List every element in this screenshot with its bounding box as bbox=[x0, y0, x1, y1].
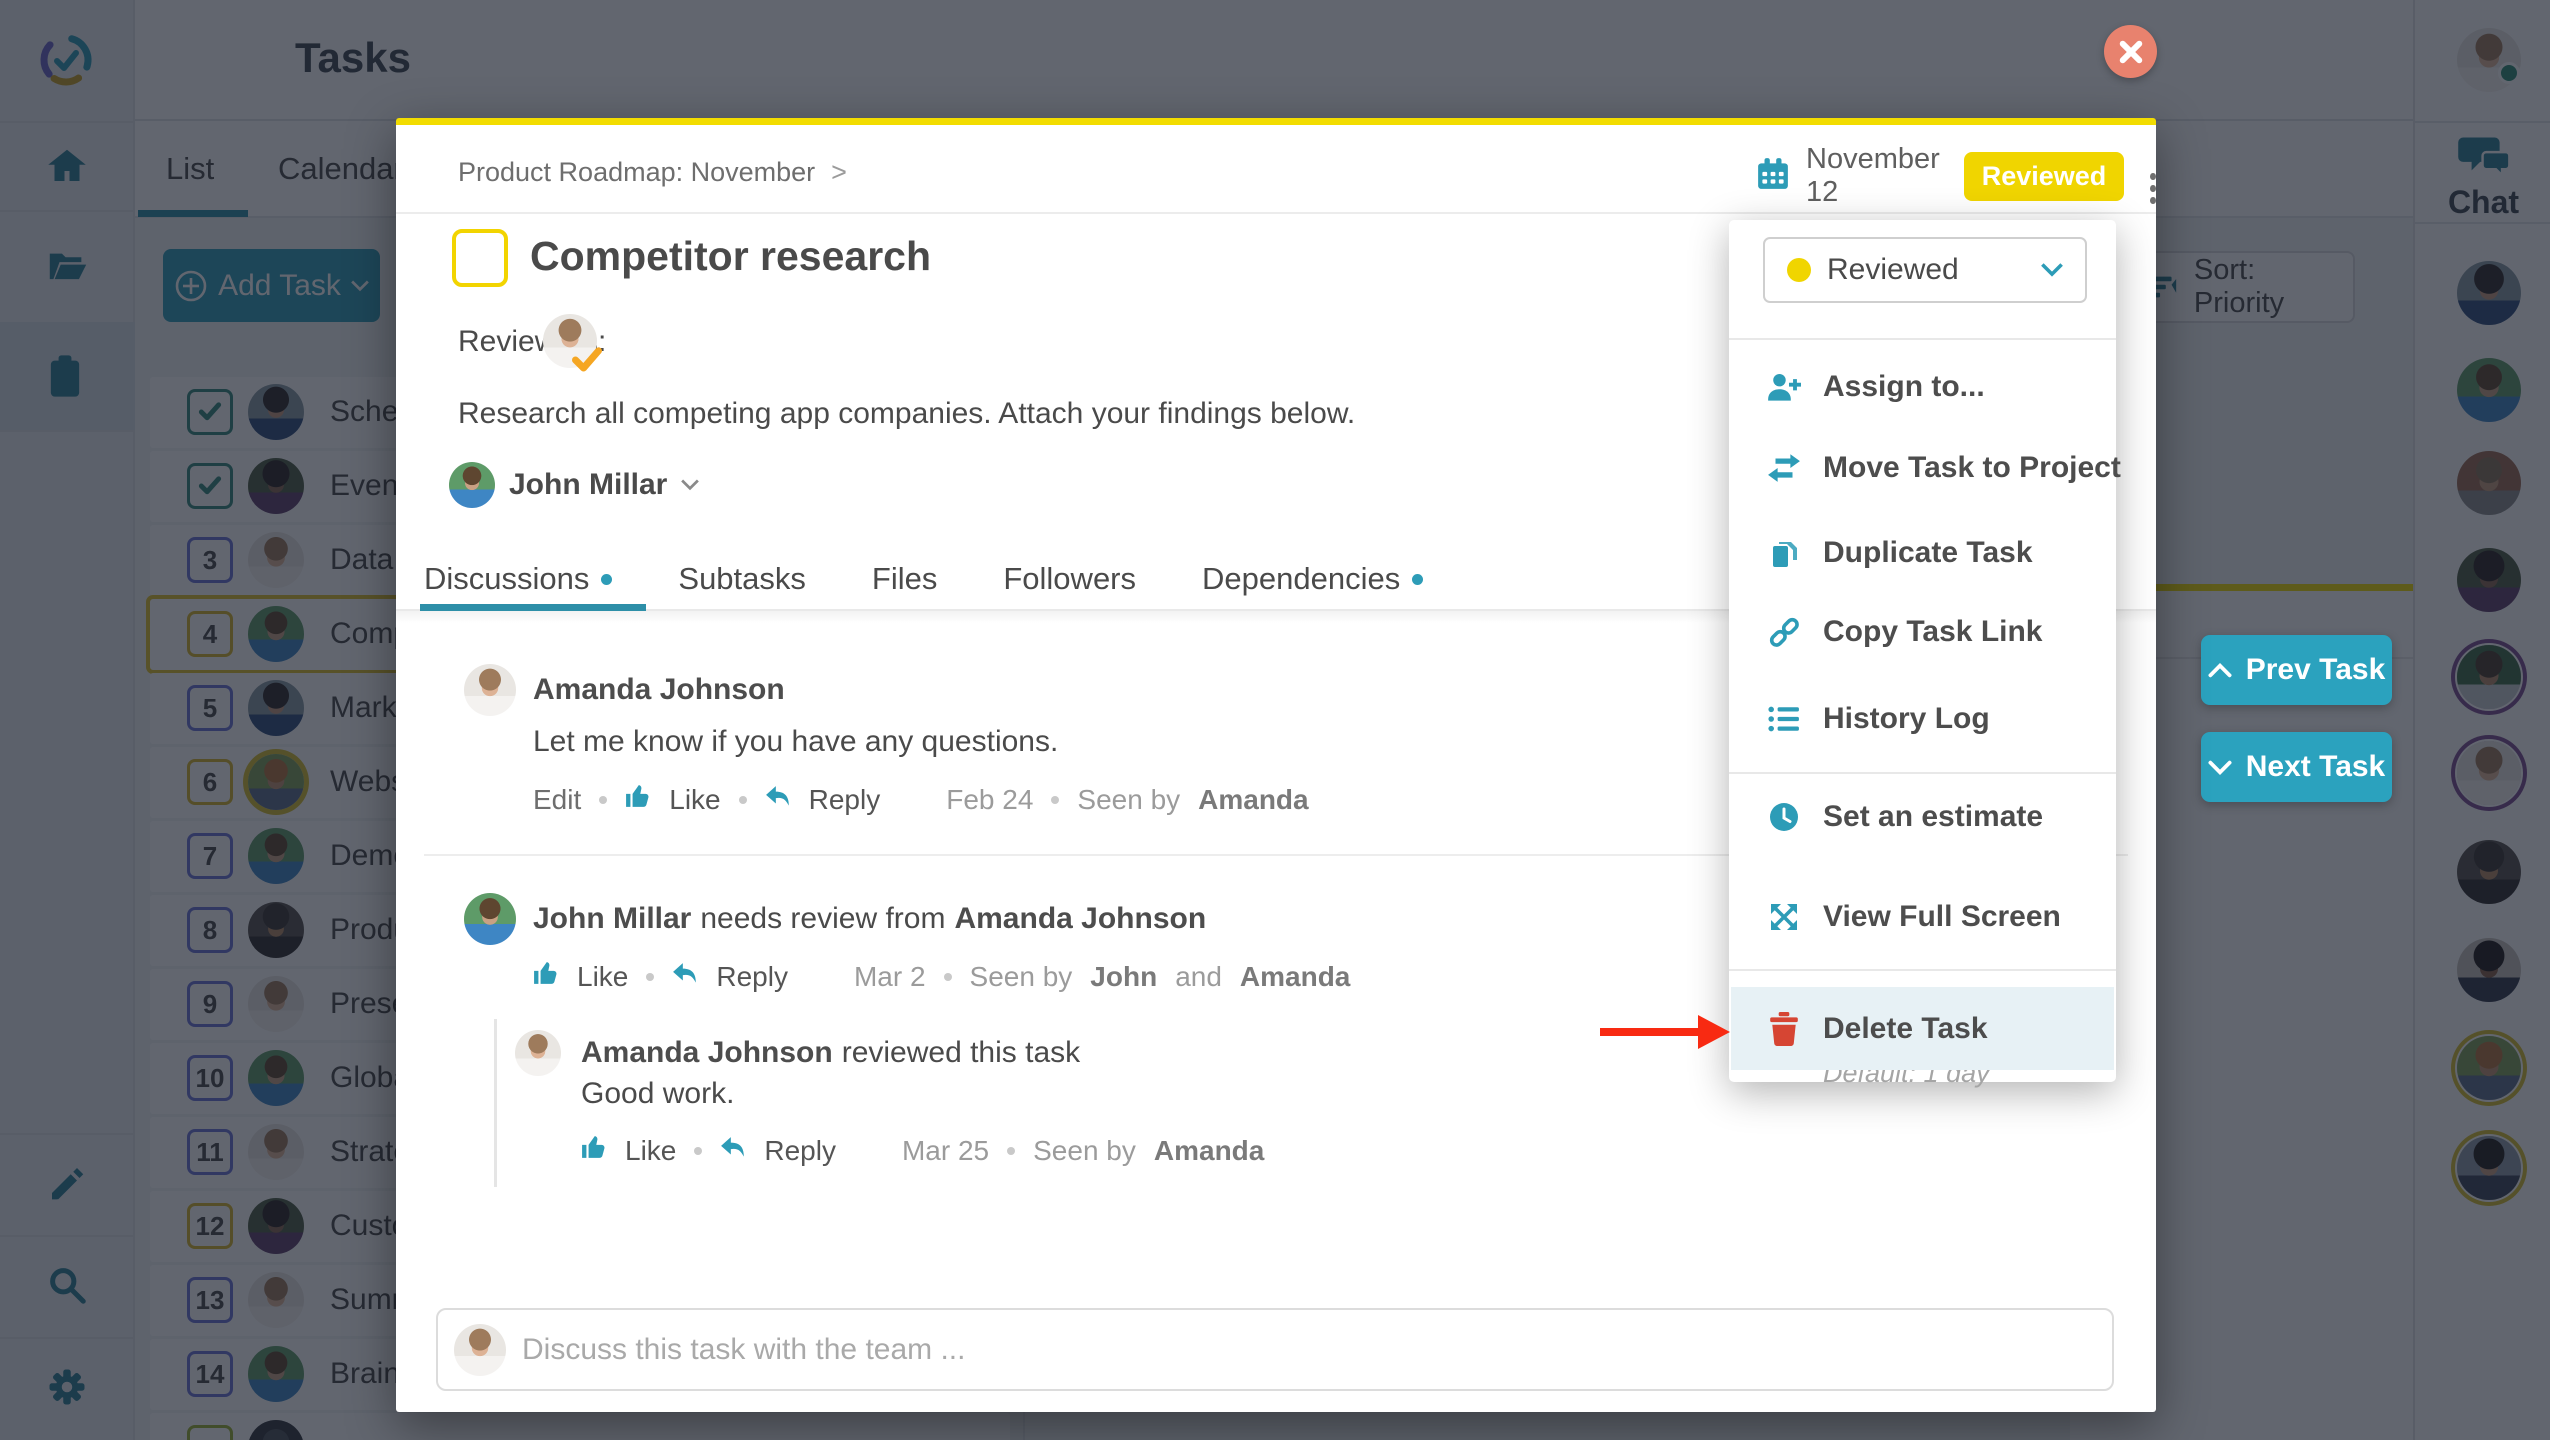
comment-date: Mar 2 bbox=[854, 961, 926, 993]
like-link[interactable]: Like bbox=[625, 1135, 676, 1167]
comment-date: Feb 24 bbox=[946, 784, 1033, 816]
like-link[interactable]: Like bbox=[577, 961, 628, 993]
trash-icon bbox=[1767, 1012, 1801, 1046]
close-button[interactable] bbox=[2104, 25, 2157, 78]
app-screen: Tasks List Calendar Add Task Sched Event… bbox=[0, 0, 2550, 1440]
seen-by: Seen by bbox=[1077, 784, 1180, 816]
status-badge[interactable]: Reviewed bbox=[1964, 152, 2125, 201]
seen-by: Seen by bbox=[970, 961, 1073, 993]
link-icon bbox=[1767, 615, 1801, 649]
comment-author[interactable]: Amanda Johnson bbox=[533, 673, 785, 707]
comment-avatar bbox=[464, 664, 516, 716]
tab-files[interactable]: Files bbox=[872, 561, 937, 597]
menu-item-duplicate[interactable]: Duplicate Task bbox=[1729, 517, 2116, 589]
menu-item-delete[interactable]: Delete Task bbox=[1729, 993, 2116, 1065]
history-log-icon bbox=[1767, 705, 1801, 733]
edit-link[interactable]: Edit bbox=[533, 784, 581, 816]
status-dot bbox=[1787, 258, 1811, 282]
breadcrumb[interactable]: Product Roadmap: November > bbox=[458, 157, 847, 188]
like-link[interactable]: Like bbox=[669, 784, 720, 816]
reply-icon bbox=[672, 961, 698, 993]
task-description: Research all competing app companies. At… bbox=[458, 397, 1355, 431]
comment-title: Amanda Johnson reviewed this task bbox=[581, 1036, 1080, 1070]
seen-by-name: Amanda bbox=[1240, 961, 1350, 993]
next-task-button[interactable]: Next Task bbox=[2201, 732, 2392, 802]
like-icon bbox=[533, 960, 559, 993]
move-icon bbox=[1767, 453, 1801, 483]
like-icon bbox=[581, 1134, 607, 1167]
comment-actions: Like Reply Mar 25 Seen by Amanda bbox=[581, 1134, 1264, 1167]
reply-link[interactable]: Reply bbox=[716, 961, 788, 993]
assign-icon bbox=[1767, 372, 1801, 402]
breadcrumb-separator: > bbox=[831, 157, 847, 188]
close-icon bbox=[2118, 39, 2144, 65]
assignee[interactable]: John Millar bbox=[449, 462, 699, 508]
reply-link[interactable]: Reply bbox=[764, 1135, 836, 1167]
tab-dependencies[interactable]: Dependencies bbox=[1202, 561, 1423, 597]
active-tab-underline bbox=[420, 604, 646, 611]
comment-title: John Millar needs review from Amanda Joh… bbox=[533, 902, 1206, 936]
reply-link[interactable]: Reply bbox=[809, 784, 881, 816]
task-complete-checkbox[interactable] bbox=[452, 229, 508, 287]
reviewer-approved-check-icon bbox=[572, 347, 602, 378]
menu-item-fullscreen[interactable]: View Full Screen bbox=[1729, 881, 2116, 953]
due-date[interactable]: November 12 bbox=[1806, 143, 1948, 209]
tab-subtasks[interactable]: Subtasks bbox=[678, 561, 806, 597]
breadcrumb-project[interactable]: Product Roadmap: November bbox=[458, 157, 815, 188]
chevron-down-icon bbox=[681, 479, 699, 491]
comment-author[interactable]: Amanda Johnson bbox=[581, 1036, 833, 1070]
comment-target[interactable]: Amanda Johnson bbox=[954, 902, 1206, 936]
comment-date: Mar 25 bbox=[902, 1135, 989, 1167]
comment-author[interactable]: John Millar bbox=[533, 902, 691, 936]
thread-line bbox=[494, 1019, 497, 1187]
reply-icon bbox=[765, 784, 791, 816]
chevron-down-icon bbox=[2041, 263, 2063, 277]
composer-avatar bbox=[454, 1324, 506, 1376]
menu-item-assign[interactable]: Assign to... bbox=[1729, 351, 2116, 423]
comment-actions: Edit Like Reply Feb 24 Seen by Amanda bbox=[533, 783, 1309, 816]
menu-item-move[interactable]: Move Task to Project bbox=[1729, 432, 2116, 504]
unread-dot bbox=[1412, 574, 1423, 585]
menu-item-copy-link[interactable]: Copy Task Link bbox=[1729, 596, 2116, 668]
annotation-arrow bbox=[1600, 1013, 1730, 1051]
seen-by: Seen by bbox=[1033, 1135, 1136, 1167]
chevron-up-icon bbox=[2208, 663, 2232, 678]
calendar-icon[interactable] bbox=[1756, 157, 1790, 196]
like-icon bbox=[625, 783, 651, 816]
reply-icon bbox=[720, 1135, 746, 1167]
status-select[interactable]: Reviewed bbox=[1763, 237, 2087, 303]
chevron-down-icon bbox=[2208, 760, 2232, 775]
comment-body: Let me know if you have any questions. bbox=[533, 725, 1058, 759]
seen-by-name: Amanda bbox=[1154, 1135, 1264, 1167]
menu-item-history[interactable]: History Log bbox=[1729, 683, 2116, 755]
duplicate-icon bbox=[1767, 537, 1801, 569]
comment-body: Good work. bbox=[581, 1077, 734, 1111]
tab-discussions[interactable]: Discussions bbox=[424, 561, 612, 597]
comment-avatar bbox=[515, 1030, 561, 1076]
prev-task-button[interactable]: Prev Task bbox=[2201, 635, 2392, 705]
tab-followers[interactable]: Followers bbox=[1003, 561, 1136, 597]
fullscreen-icon bbox=[1767, 901, 1801, 933]
clock-icon bbox=[1767, 801, 1801, 833]
unread-dot bbox=[601, 574, 612, 585]
comment-actions: Like Reply Mar 2 Seen by John and Amanda bbox=[533, 960, 1350, 993]
menu-item-estimate[interactable]: Set an estimate bbox=[1729, 781, 2116, 853]
task-title: Competitor research bbox=[530, 233, 931, 280]
comment-composer[interactable] bbox=[436, 1308, 2114, 1391]
assignee-name: John Millar bbox=[509, 468, 667, 502]
more-menu-icon[interactable] bbox=[2150, 173, 2156, 180]
seen-by-name: John bbox=[1090, 961, 1157, 993]
task-options-menu: Reviewed Assign to... Move Task to Proje… bbox=[1729, 220, 2116, 1082]
assignee-avatar bbox=[449, 462, 495, 508]
seen-by-name: Amanda bbox=[1198, 784, 1308, 816]
comment-avatar bbox=[464, 893, 516, 945]
comment-input[interactable] bbox=[522, 1310, 2092, 1389]
status-value: Reviewed bbox=[1827, 253, 1959, 287]
